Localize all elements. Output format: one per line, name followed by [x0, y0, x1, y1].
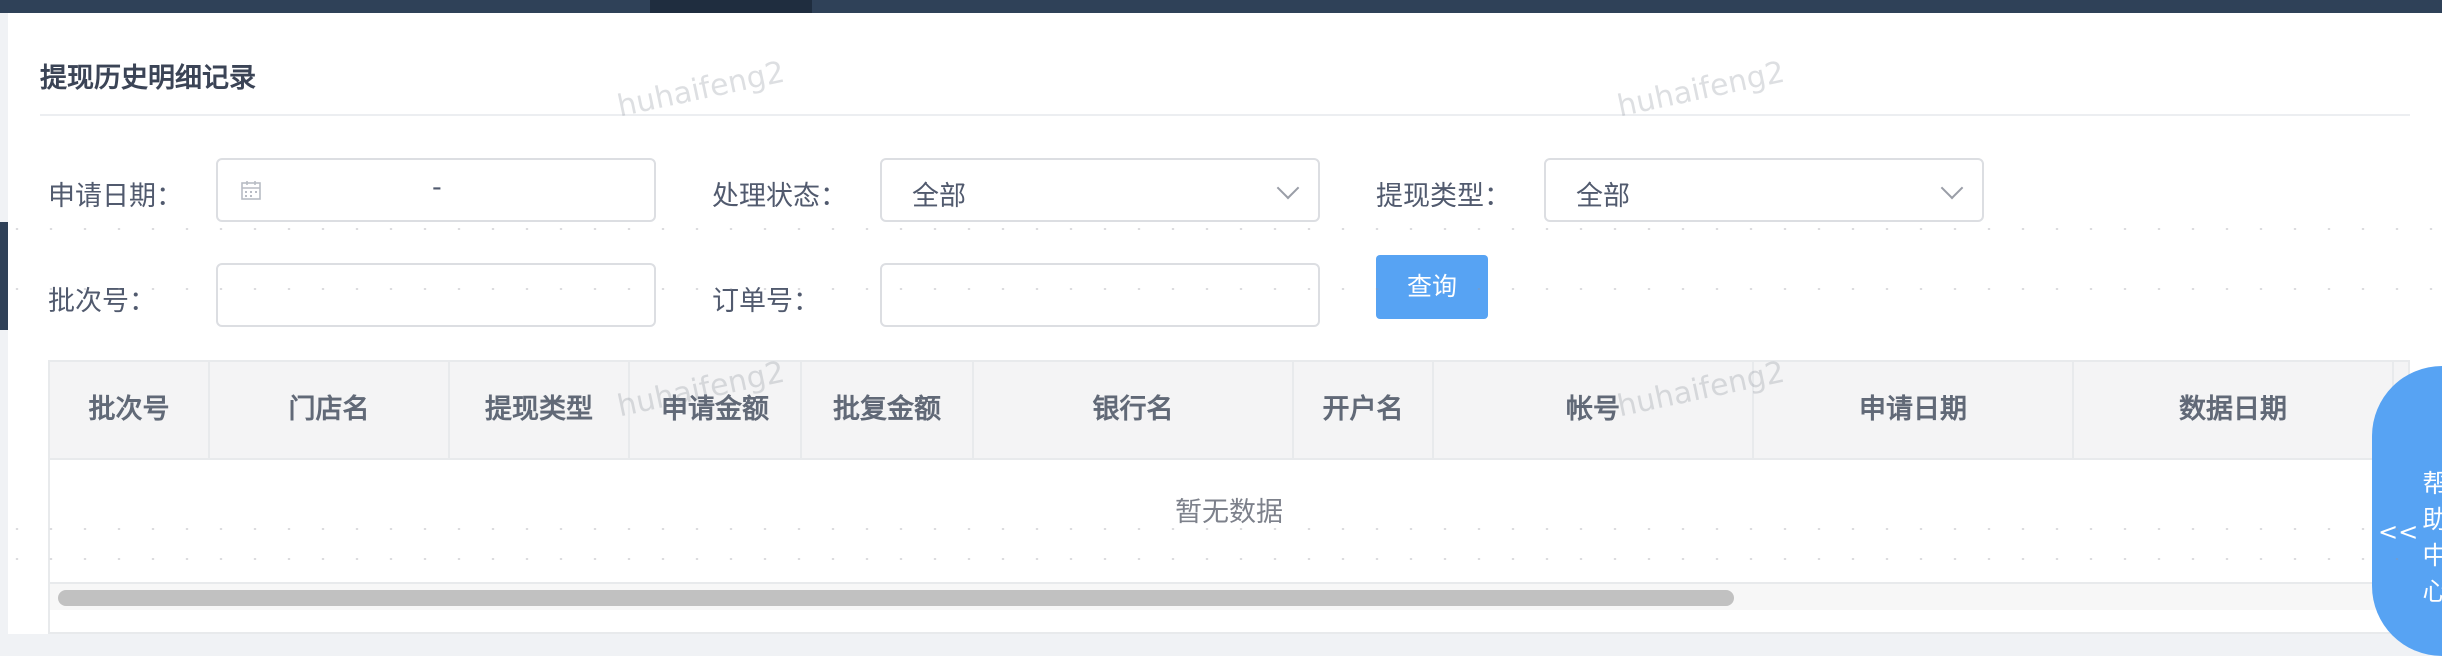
watermark-dots [0, 288, 2442, 290]
column-header[interactable]: 数据日期 [2074, 362, 2394, 458]
batch-no-label: 批次号： [48, 286, 156, 317]
apply-date-range-picker[interactable]: - [216, 158, 656, 222]
column-header[interactable]: 批次号 [50, 362, 210, 458]
active-nav-tab[interactable] [650, 0, 812, 13]
process-status-value: 全部 [912, 181, 966, 212]
column-header[interactable]: 银行名 [974, 362, 1294, 458]
batch-no-input[interactable] [216, 263, 656, 327]
page-title: 提现历史明细记录 [40, 63, 256, 94]
chevron-down-icon [1276, 176, 1300, 200]
withdraw-type-label: 提现类型： [1376, 181, 1511, 212]
watermark-dots [0, 528, 2442, 530]
chevron-down-icon [1940, 176, 1964, 200]
withdraw-type-select[interactable]: 全部 [1544, 158, 1984, 222]
column-header[interactable]: 门店名 [210, 362, 450, 458]
process-status-label: 处理状态： [712, 181, 847, 212]
double-chevron-left-icon: << [2378, 518, 2419, 546]
table-header: 批次号 门店名 提现类型 申请金额 批复金额 银行名 开户名 帐号 申请日期 数… [50, 362, 2408, 460]
column-header[interactable]: 申请日期 [1754, 362, 2074, 458]
top-nav-bar [0, 0, 2442, 13]
help-center-tab[interactable]: << 帮助中心 [2372, 366, 2442, 656]
help-center-label: 帮助中心 [2422, 469, 2442, 606]
calendar-icon [241, 181, 261, 200]
apply-date-label: 申请日期： [48, 181, 183, 212]
column-header[interactable]: 批复金额 [802, 362, 974, 458]
watermark-dots [0, 228, 2442, 230]
scrollbar-thumb[interactable] [58, 590, 1734, 606]
sidebar-edge [0, 222, 8, 330]
date-range-separator: - [432, 172, 442, 203]
withdraw-type-value: 全部 [1576, 181, 1630, 212]
empty-state-text: 暂无数据 [1175, 497, 1283, 528]
order-no-input[interactable] [880, 263, 1320, 327]
column-header[interactable]: 提现类型 [450, 362, 630, 458]
watermark-dots [0, 558, 2442, 560]
withdraw-history-table: 批次号 门店名 提现类型 申请金额 批复金额 银行名 开户名 帐号 申请日期 数… [48, 360, 2410, 634]
column-header[interactable]: 开户名 [1294, 362, 1434, 458]
order-no-label: 订单号： [712, 286, 820, 317]
process-status-select[interactable]: 全部 [880, 158, 1320, 222]
horizontal-scrollbar[interactable] [50, 582, 2408, 610]
query-button[interactable]: 查询 [1376, 255, 1488, 319]
title-divider [40, 114, 2410, 116]
